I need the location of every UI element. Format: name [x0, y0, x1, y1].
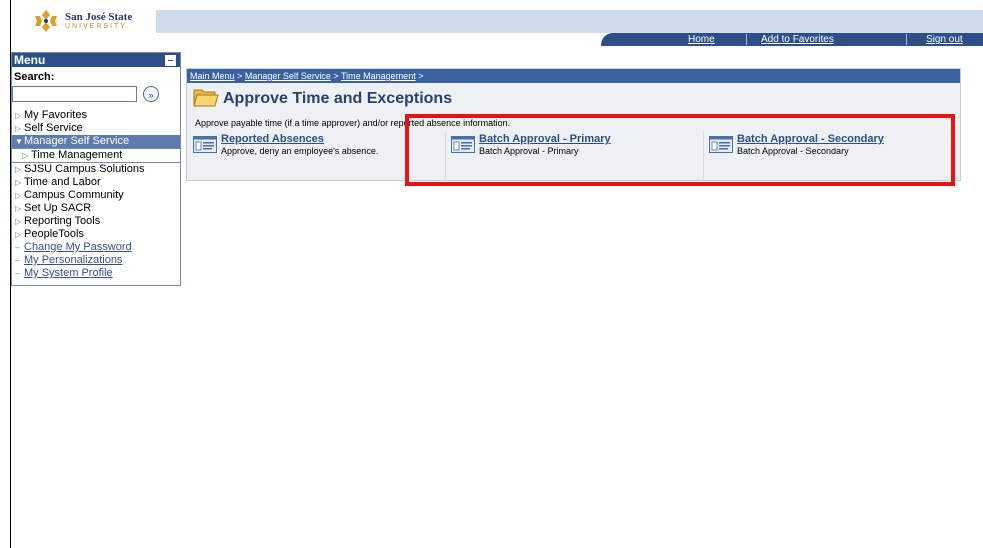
dash-icon: – [15, 269, 20, 278]
top-nav-bar: Home Add to Favorites Sign out [601, 33, 983, 46]
expand-arrow-icon: ▷ [15, 111, 22, 120]
sign-out-link[interactable]: Sign out [926, 33, 963, 46]
sjsu-logo-mark [35, 10, 57, 32]
menu-item-campus-community[interactable]: ▷ Campus Community [12, 189, 180, 202]
add-to-favorites-link[interactable]: Add to Favorites [761, 33, 834, 46]
nav-separator [906, 34, 907, 45]
component-icon [193, 136, 217, 153]
menu-items: ▷ My Favorites ▷ Self Service ▼Manager Sel… [12, 109, 180, 280]
menu-search-input[interactable] [12, 86, 137, 102]
menu-item-peopletools[interactable]: ▷ PeopleTools [12, 228, 180, 241]
expand-arrow-icon: ▷ [15, 230, 22, 239]
reported-absences-description: Approve, deny an employee's absence. [221, 146, 379, 156]
menu-item-my-favorites[interactable]: ▷ My Favorites [12, 109, 180, 122]
breadcrumb-separator: > [333, 71, 339, 81]
page-title: Approve Time and Exceptions [223, 90, 453, 107]
header-band [156, 10, 983, 33]
expand-arrow-icon: ▷ [15, 165, 22, 174]
nav-separator [746, 34, 747, 45]
sjsu-logo[interactable]: San José State UNIVERSITY [33, 10, 143, 32]
home-link[interactable]: Home [688, 33, 715, 46]
menu-title: Menu [14, 53, 46, 67]
menu-item-time-management[interactable]: ▷ Time Management [12, 148, 180, 163]
menu-item-manager-self-service[interactable]: ▼Manager Self Service [12, 135, 180, 148]
expand-arrow-icon: ▷ [15, 124, 22, 133]
menu-panel: Menu Search: » ▷ My Favorites ▷ Self Servi… [11, 52, 181, 286]
dash-icon: – [15, 243, 20, 252]
logo-name: San José State [65, 11, 133, 23]
breadcrumb: Main Menu > Manager Self Service > Time … [187, 69, 960, 83]
menu-item-self-service[interactable]: ▷ Self Service [12, 122, 180, 135]
breadcrumb-separator: > [418, 71, 424, 81]
expand-arrow-icon: ▷ [15, 217, 22, 226]
breadcrumb-main-menu[interactable]: Main Menu [190, 71, 235, 81]
breadcrumb-manager-self-service[interactable]: Manager Self Service [245, 71, 331, 81]
expand-arrow-icon: ▷ [15, 204, 22, 213]
search-go-button[interactable]: » [143, 86, 159, 102]
menu-item-set-up-sacr[interactable]: ▷ Set Up SACR [12, 202, 180, 215]
menu-header: Menu [12, 53, 180, 67]
menu-item-my-system-profile[interactable]: – My System Profile [12, 267, 180, 280]
menu-item-change-my-password[interactable]: – Change My Password [12, 241, 180, 254]
reported-absences-link[interactable]: Reported Absences [221, 133, 324, 145]
expand-arrow-icon: ▷ [15, 191, 22, 200]
menu-item-time-and-labor[interactable]: ▷ Time and Labor [12, 176, 180, 189]
dash-icon: – [15, 256, 20, 265]
expand-arrow-icon: ▷ [15, 178, 22, 187]
menu-item-sjsu-campus-solutions[interactable]: ▷ SJSU Campus Solutions [12, 163, 180, 176]
annotation-highlight-box [405, 114, 955, 186]
menu-item-reporting-tools[interactable]: ▷ Reporting Tools [12, 215, 180, 228]
search-label: Search: [14, 71, 55, 83]
menu-item-my-personalizations[interactable]: – My Personalizations [12, 254, 180, 267]
folder-icon [193, 89, 219, 107]
breadcrumb-separator: > [237, 71, 243, 81]
expand-arrow-icon: ▷ [22, 151, 29, 160]
header: San José State UNIVERSITY Home Add to Fa… [11, 0, 983, 46]
collapse-menu-icon[interactable] [165, 55, 176, 66]
breadcrumb-time-management[interactable]: Time Management [341, 71, 416, 81]
collapse-arrow-icon: ▼ [15, 137, 23, 146]
logo-subtitle: UNIVERSITY [65, 23, 128, 30]
